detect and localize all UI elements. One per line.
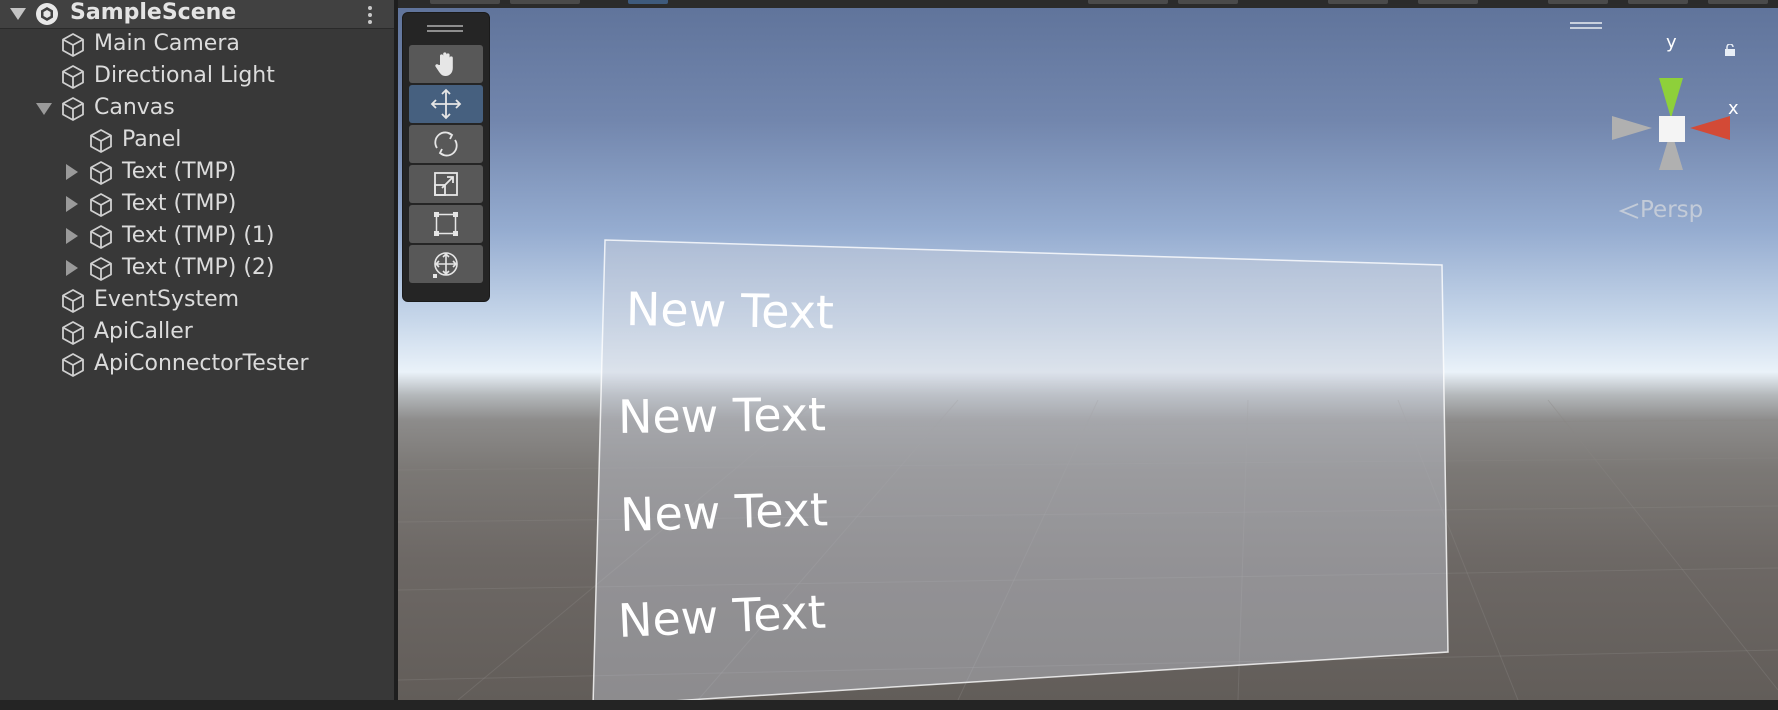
hierarchy-item-label: EventSystem [94,287,240,312]
gizmo-center-cube[interactable] [1659,116,1685,142]
rotate-tool[interactable] [409,125,483,163]
expand-arrow-icon[interactable] [66,196,78,212]
gameobject-cube-icon [62,97,84,121]
bottom-status-strip [0,700,1778,710]
rotate-icon [434,131,458,157]
gameobject-cube-icon [90,257,112,281]
hierarchy-item-label: Text (TMP) (2) [122,255,275,280]
rect-icon [434,212,458,236]
hierarchy-item-label: ApiCaller [94,319,193,344]
hierarchy-item-label: Canvas [94,95,175,120]
expand-arrow-icon[interactable] [66,228,78,244]
gameobject-cube-icon [62,33,84,57]
scene-toolbar [398,0,1778,8]
ui-text-2[interactable]: New Text [618,387,827,444]
gizmo-neg-x-cone[interactable] [1612,116,1652,140]
gameobject-cube-icon [62,321,84,345]
hierarchy-item-label: Main Camera [94,31,240,56]
overlay-menu-icon[interactable] [1570,22,1602,30]
gameobject-cube-icon [90,193,112,217]
gameobject-cube-icon [62,65,84,89]
hierarchy-item-label: Text (TMP) (1) [122,223,275,248]
orientation-gizmo[interactable]: y x [1600,30,1740,180]
hand-icon [435,52,453,76]
gameobject-cube-icon [90,161,112,185]
gameobject-cube-icon [62,353,84,377]
ground-grid [398,239,1778,700]
ui-text-1[interactable]: New Text [626,282,835,339]
hierarchy-item-label: Text (TMP) [122,191,237,216]
transform-tool[interactable] [409,245,483,283]
scene-view[interactable]: New Text New Text New Text New Text [398,0,1778,700]
hierarchy-item-label: Text (TMP) [122,159,237,184]
rect-tool[interactable] [409,205,483,243]
canvas-expand-arrow-icon[interactable] [36,103,52,115]
perspective-icon [1618,202,1639,219]
hierarchy-item-label: ApiConnectorTester [94,351,309,376]
hierarchy-panel: SampleScene Main Camera Directional Ligh… [0,0,394,700]
transform-tool-palette [402,12,490,302]
scene-fold-arrow-icon[interactable] [10,8,26,20]
ui-text-3[interactable]: New Text [619,482,828,542]
drag-handle-icon[interactable] [427,25,463,33]
gameobject-cube-icon [90,129,112,153]
move-tool[interactable] [409,85,483,123]
view-hand-tool[interactable] [409,45,483,83]
expand-arrow-icon[interactable] [66,164,78,180]
unity-scene-icon [36,3,58,25]
ui-text-4[interactable]: New Text [617,585,827,648]
scale-icon [434,172,458,196]
scale-tool[interactable] [409,165,483,203]
gameobject-cube-icon [62,289,84,313]
scene-row[interactable]: SampleScene [0,0,394,29]
move-arrows-icon [430,88,462,120]
transform-icon [433,252,458,278]
hierarchy-item-label: Panel [122,127,182,152]
expand-arrow-icon[interactable] [66,260,78,276]
scene-title[interactable]: SampleScene [70,0,236,26]
gameobject-cube-icon [90,225,112,249]
gizmo-y-cone[interactable] [1659,78,1683,118]
gizmo-x-cone[interactable] [1690,116,1730,140]
scene-menu-icon[interactable] [364,4,376,26]
projection-toggle[interactable]: Persp [1618,197,1703,223]
gizmo-y-label: y [1666,32,1677,53]
hierarchy-item-label: Directional Light [94,63,275,88]
gizmo-x-label: x [1728,98,1739,119]
projection-label: Persp [1640,197,1704,223]
